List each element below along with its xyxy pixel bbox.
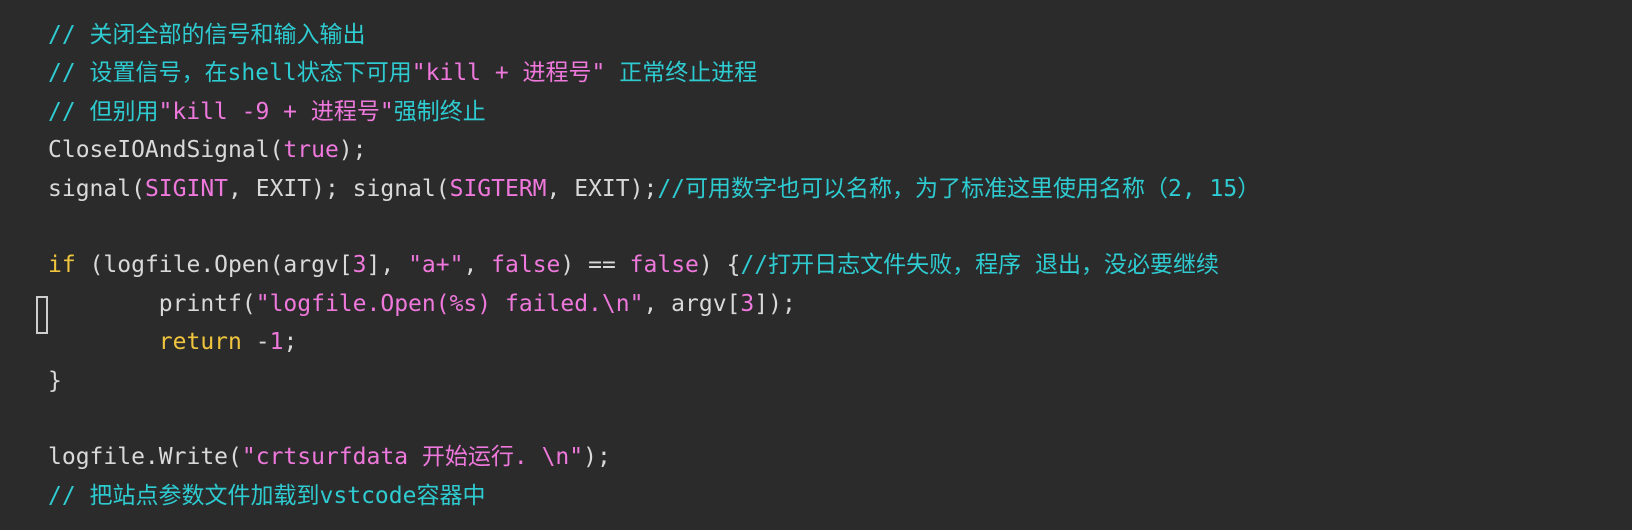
code-line[interactable]: // 但别用"kill -9 + 进程号"强制终止 <box>48 92 486 132</box>
code-line[interactable]: // 设置信号，在shell状态下可用"kill + 进程号" 正常终止进程 <box>48 53 757 93</box>
code-token-plain: logfile.Write( <box>48 444 242 471</box>
code-line[interactable]: logfile.Write("crtsurfdata 开始运行. \n"); <box>48 437 611 477</box>
code-token-str: true <box>283 137 339 164</box>
code-token-plain: , argv[ <box>643 290 741 317</box>
code-token-plain: , EXIT); signal( <box>228 175 450 202</box>
code-line[interactable]: return -1; <box>48 322 298 362</box>
code-token-plain: ; <box>283 329 298 356</box>
code-token-comment: //打开日志文件失败，程序 退出，没必要继续 <box>740 252 1219 279</box>
code-token-comment: 强制终止 <box>393 98 486 125</box>
code-line[interactable]: // 关闭全部的信号和输入输出 <box>48 15 366 55</box>
code-token-str: "logfile.Open(%s) failed.\n" <box>255 290 644 317</box>
code-token-str: "a+" <box>408 252 464 279</box>
code-token-plain: signal( <box>48 175 145 202</box>
code-line[interactable]: // 把站点参数文件加载到vstcode容器中 <box>48 476 485 516</box>
code-token-str: "kill + 进程号" <box>411 60 606 87</box>
code-token-plain: ); <box>338 137 367 164</box>
code-token-plain: ) == <box>560 252 630 279</box>
text-cursor <box>36 296 48 334</box>
code-token-str: SIGTERM <box>449 175 547 202</box>
code-token-comment: // 关闭全部的信号和输入输出 <box>48 22 366 48</box>
code-line[interactable]: signal(SIGINT, EXIT); signal(SIGTERM, EX… <box>48 169 1260 209</box>
code-token-comment: //可用数字也可以名称，为了标准这里使用名称（2, 15） <box>657 175 1261 202</box>
code-line[interactable]: printf("logfile.Open(%s) failed.\n", arg… <box>48 284 796 324</box>
code-token-num: 3 <box>352 252 367 279</box>
code-token-num: 1 <box>269 329 284 356</box>
code-token-plain: - <box>241 329 270 356</box>
code-token-plain: (logfile.Open(argv[ <box>75 252 353 279</box>
code-token-plain: , <box>463 252 492 279</box>
code-token-num: 3 <box>740 290 755 317</box>
code-token-str: false <box>491 252 561 279</box>
code-token-str: "crtsurfdata 开始运行. \n" <box>241 444 584 471</box>
code-token-comment: // 设置信号，在shell状态下可用 <box>48 60 412 87</box>
code-token-comment: // 但别用 <box>48 98 159 125</box>
code-token-str: false <box>629 252 699 279</box>
code-token-plain: ); <box>583 444 611 471</box>
code-token-comment: 正常终止进程 <box>605 60 758 87</box>
code-line[interactable]: CloseIOAndSignal(true); <box>48 130 367 170</box>
code-token-plain: } <box>48 367 62 394</box>
code-line[interactable]: if (logfile.Open(argv[3], "a+", false) =… <box>48 245 1219 285</box>
code-token-plain: , EXIT); <box>546 175 658 202</box>
code-token-plain: printf( <box>48 290 256 317</box>
code-token-comment: // 把站点参数文件加载到vstcode容器中 <box>48 482 486 509</box>
code-editor[interactable]: // 关闭全部的信号和输入输出// 设置信号，在shell状态下可用"kill … <box>0 0 1632 530</box>
code-token-kw: return <box>158 329 242 356</box>
code-token-str: SIGINT <box>144 175 229 202</box>
code-token-str: "kill -9 + 进程号" <box>158 98 394 125</box>
code-token-kw: if <box>48 252 76 279</box>
code-line[interactable]: } <box>48 361 62 401</box>
code-token-plain: ) { <box>698 252 741 279</box>
code-token-plain: ]); <box>754 290 796 317</box>
code-token-plain: CloseIOAndSignal( <box>48 137 284 164</box>
code-token-plain: ], <box>366 252 409 279</box>
